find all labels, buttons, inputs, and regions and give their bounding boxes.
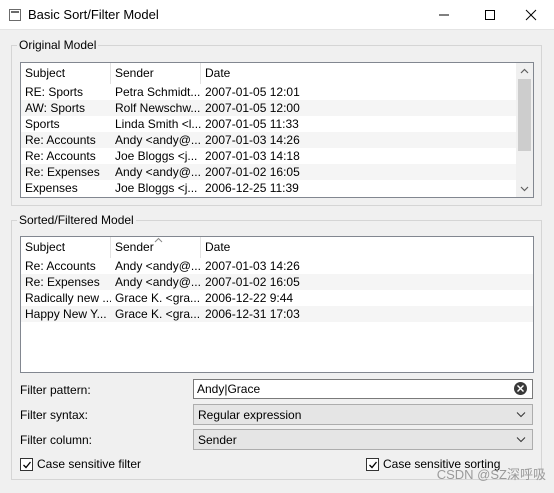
original-model-view[interactable]: Subject Sender Date RE: Sports Petra Sch…: [20, 62, 534, 198]
table-row[interactable]: Re: Expenses Andy <andy@... 2007-01-02 1…: [21, 164, 518, 180]
minimize-icon: [439, 14, 449, 16]
cell-date: 2007-01-05 12:01: [205, 85, 300, 99]
sorted-model-view[interactable]: Subject Sender Date Re: Accounts Andy <a…: [20, 236, 534, 373]
checkbox-box[interactable]: [366, 458, 379, 471]
header-date[interactable]: Date: [201, 63, 341, 84]
cell-subject: Re: Accounts: [25, 133, 96, 147]
cell-date: 2006-12-25 11:39: [205, 181, 299, 195]
scroll-up-icon[interactable]: [520, 67, 529, 76]
filter-pattern-field[interactable]: [193, 379, 533, 399]
table-header: Subject Sender Date: [21, 63, 533, 84]
sorted-model-title: Sorted/Filtered Model: [17, 213, 136, 227]
filter-column-combo[interactable]: Sender: [193, 429, 533, 450]
original-model-title: Original Model: [17, 38, 99, 52]
cell-sender: Petra Schmidt...: [115, 85, 201, 99]
cell-subject: Re: Expenses: [25, 165, 100, 179]
header-date[interactable]: Date: [201, 237, 341, 258]
chevron-down-icon: [516, 437, 526, 443]
header-subject[interactable]: Subject: [21, 237, 111, 258]
table-row[interactable]: Re: Expenses Andy <andy@... 2007-01-02 1…: [21, 274, 533, 290]
table-row[interactable]: Sports Linda Smith <l... 2007-01-05 11:3…: [21, 116, 518, 132]
cell-subject: RE: Sports: [25, 85, 84, 99]
table-row[interactable]: Re: Accounts Joe Bloggs <j... 2007-01-03…: [21, 148, 518, 164]
cell-subject: Re: Accounts: [25, 149, 96, 163]
filter-column-label: Filter column:: [20, 433, 93, 447]
close-button[interactable]: [508, 0, 554, 30]
cell-date: 2007-01-02 16:05: [205, 275, 300, 289]
watermark: CSDN @SZ深呼吸: [436, 467, 546, 482]
table-row[interactable]: Happy New Y... Grace K. <gra... 2006-12-…: [21, 306, 533, 322]
cell-subject: Sports: [25, 117, 60, 131]
sort-indicator-icon: [154, 237, 163, 243]
cell-subject: Expenses: [25, 181, 78, 195]
filter-syntax-combo[interactable]: Regular expression: [193, 404, 533, 425]
scroll-down-icon[interactable]: [520, 184, 529, 193]
case-sensitive-filter-label: Case sensitive filter: [37, 457, 142, 471]
vertical-scrollbar[interactable]: [516, 63, 533, 197]
table-row[interactable]: Radically new ... Grace K. <gra... 2006-…: [21, 290, 533, 306]
chevron-down-icon: [516, 412, 526, 418]
maximize-button[interactable]: [467, 0, 513, 30]
minimize-button[interactable]: [421, 0, 467, 30]
cell-sender: Andy <andy@...: [115, 259, 201, 273]
table-row[interactable]: RE: Sports Petra Schmidt... 2007-01-05 1…: [21, 84, 518, 100]
cell-sender: Linda Smith <l...: [115, 117, 201, 131]
cell-sender: Grace K. <gra...: [115, 307, 201, 321]
checkbox-box[interactable]: [20, 458, 33, 471]
cell-subject: Re: Accounts: [25, 259, 96, 273]
cell-subject: Radically new ...: [25, 291, 111, 305]
cell-subject: Re: Expenses: [25, 275, 100, 289]
scrollbar-thumb[interactable]: [518, 79, 531, 151]
table-row[interactable]: Expenses Joe Bloggs <j... 2006-12-25 11:…: [21, 180, 518, 196]
cell-subject: Happy New Y...: [25, 307, 107, 321]
cell-date: 2007-01-02 16:05: [205, 165, 300, 179]
header-sender[interactable]: Sender: [111, 63, 201, 84]
cell-date: 2006-12-22 9:44: [205, 291, 294, 305]
filter-column-value: Sender: [198, 433, 237, 447]
table-row[interactable]: Re: Accounts Andy <andy@... 2007-01-03 1…: [21, 258, 533, 274]
cell-sender: Andy <andy@...: [115, 165, 201, 179]
title-bar: Basic Sort/Filter Model: [0, 0, 554, 30]
filter-pattern-label: Filter pattern:: [20, 383, 91, 397]
cell-date: 2006-12-31 17:03: [205, 307, 300, 321]
cell-date: 2007-01-03 14:18: [205, 149, 300, 163]
filter-syntax-label: Filter syntax:: [20, 408, 89, 422]
window-icon: [9, 9, 21, 21]
close-icon: [525, 9, 537, 21]
header-subject[interactable]: Subject: [21, 63, 111, 84]
filter-syntax-value: Regular expression: [198, 408, 302, 422]
cell-date: 2007-01-05 12:00: [205, 101, 300, 115]
maximize-icon: [485, 10, 495, 20]
cell-sender: Joe Bloggs <j...: [115, 149, 198, 163]
cell-sender: Joe Bloggs <j...: [115, 181, 198, 195]
cell-date: 2007-01-03 14:26: [205, 259, 300, 273]
cell-sender: Andy <andy@...: [115, 133, 201, 147]
cell-sender: Rolf Newschw...: [115, 101, 201, 115]
checkmark-icon: [23, 461, 32, 469]
cell-subject: AW: Sports: [25, 101, 86, 115]
table-row[interactable]: Re: Accounts Andy <andy@... 2007-01-03 1…: [21, 132, 518, 148]
clear-icon[interactable]: [514, 382, 527, 395]
filter-pattern-input[interactable]: [194, 380, 494, 398]
cell-sender: Grace K. <gra...: [115, 291, 201, 305]
checkmark-icon: [369, 461, 378, 469]
cell-date: 2007-01-05 11:33: [205, 117, 299, 131]
table-header: Subject Sender Date: [21, 237, 533, 258]
cell-sender: Andy <andy@...: [115, 275, 201, 289]
table-row[interactable]: AW: Sports Rolf Newschw... 2007-01-05 12…: [21, 100, 518, 116]
window-title: Basic Sort/Filter Model: [28, 7, 159, 22]
cell-date: 2007-01-03 14:26: [205, 133, 300, 147]
